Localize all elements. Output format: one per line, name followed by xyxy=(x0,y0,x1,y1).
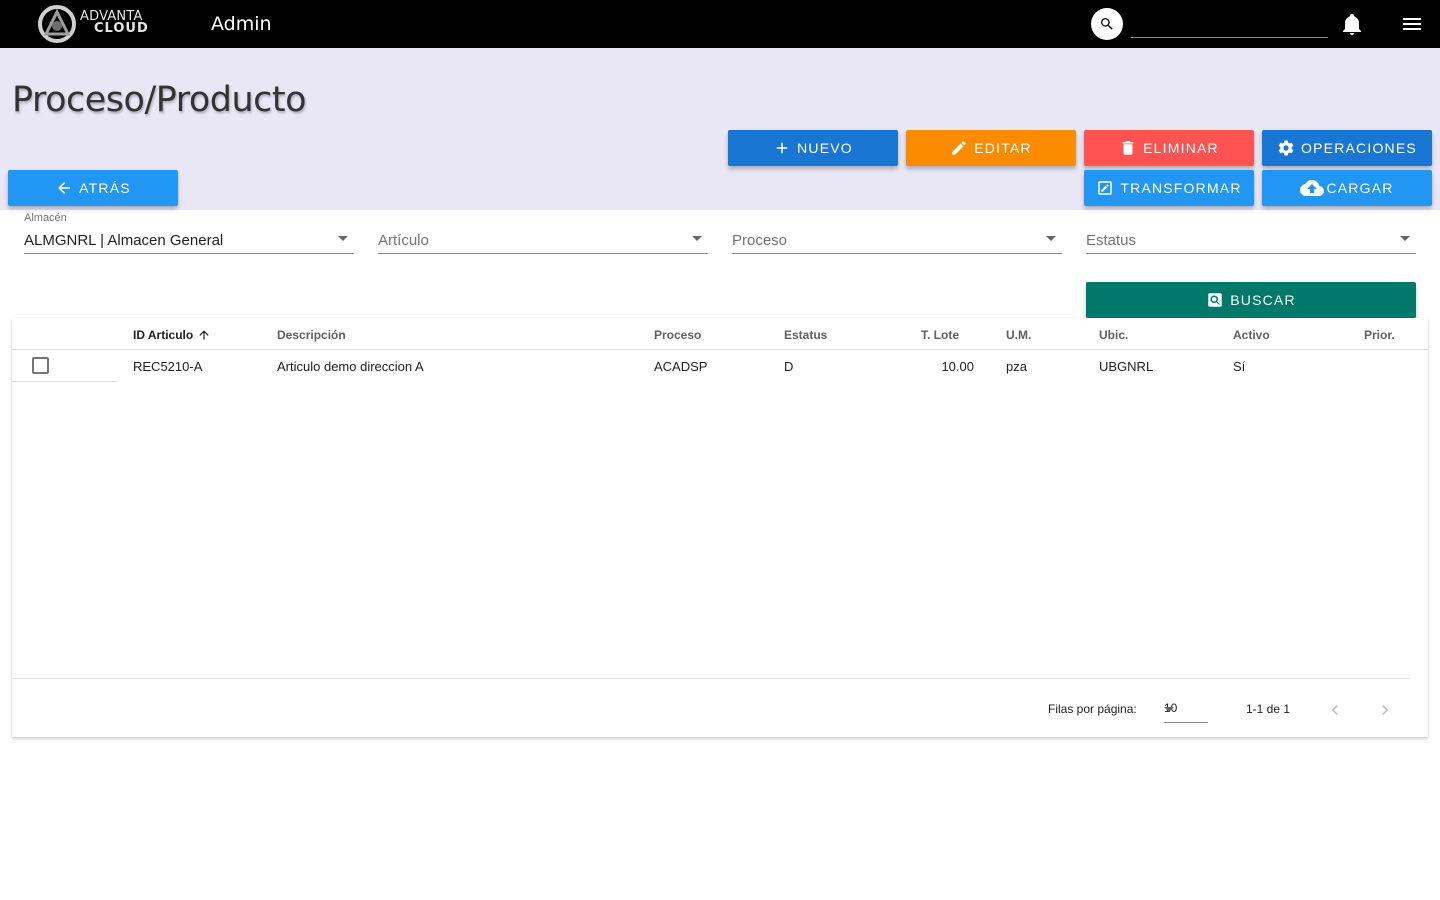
arrow-left-icon xyxy=(58,182,71,194)
data-table: ID Articulo Descripción Proceso Estatus … xyxy=(12,318,1428,737)
new-button[interactable]: NUEVO xyxy=(728,130,898,166)
warehouse-select-label: Almacén xyxy=(24,212,67,224)
search-results-button-label: BUSCAR xyxy=(1230,292,1296,308)
column-header-id-articulo[interactable]: ID Articulo xyxy=(133,328,211,342)
column-header-estatus[interactable]: Estatus xyxy=(784,328,827,342)
previous-page-button[interactable] xyxy=(1323,698,1347,722)
row-select-checkbox[interactable] xyxy=(32,357,49,374)
chevron-down-icon xyxy=(338,236,348,241)
next-page-button[interactable] xyxy=(1373,698,1397,722)
chevron-left-icon xyxy=(1331,705,1338,715)
table-row[interactable]: REC5210-A Articulo demo direccion A ACAD… xyxy=(12,350,1428,382)
cell-um: pza xyxy=(1006,359,1027,374)
column-header-descripcion[interactable]: Descripción xyxy=(277,328,346,342)
column-header-proceso[interactable]: Proceso xyxy=(654,328,701,342)
back-button[interactable]: ATRÁS xyxy=(8,170,178,206)
table-header-row: ID Articulo Descripción Proceso Estatus … xyxy=(12,318,1428,350)
process-select[interactable]: Proceso xyxy=(732,212,1062,254)
article-select-placeholder: Artículo xyxy=(378,232,429,249)
bell-icon xyxy=(1343,14,1361,35)
chevron-down-icon xyxy=(1400,236,1410,241)
process-select-placeholder: Proceso xyxy=(732,232,788,249)
chevron-right-icon xyxy=(1382,705,1389,715)
warehouse-select[interactable]: Almacén ALMGNRL | Almacen General xyxy=(24,212,354,254)
pencil-icon xyxy=(952,141,967,155)
table-footer-divider xyxy=(12,678,1410,679)
page-title: Proceso/Producto xyxy=(12,80,307,120)
cell-descripcion: Articulo demo direccion A xyxy=(277,359,424,374)
operations-button-label: OPERACIONES xyxy=(1301,140,1417,156)
search-results-button[interactable]: BUSCAR xyxy=(1086,282,1416,318)
column-header-activo[interactable]: Activo xyxy=(1233,328,1270,342)
chevron-down-icon xyxy=(692,236,702,241)
search-box-icon xyxy=(1208,293,1222,307)
pagination-range: 1-1 de 1 xyxy=(1246,702,1291,716)
operations-button[interactable]: OPERACIONES xyxy=(1262,130,1432,166)
rows-per-page-label: Filas por página: xyxy=(1048,702,1137,716)
main-menu-button[interactable] xyxy=(1400,12,1424,36)
search-button[interactable] xyxy=(1091,8,1123,40)
search-icon xyxy=(1101,18,1113,30)
column-header-t-lote[interactable]: T. Lote xyxy=(921,328,959,342)
back-button-label: ATRÁS xyxy=(79,180,131,196)
status-select[interactable]: Estatus xyxy=(1086,212,1416,254)
edit-box-icon xyxy=(1098,181,1113,195)
edit-button[interactable]: EDITAR xyxy=(906,130,1076,166)
upload-button[interactable]: CARGAR xyxy=(1262,170,1432,206)
cell-activo: Sí xyxy=(1233,359,1246,374)
upload-button-label: CARGAR xyxy=(1326,180,1394,196)
warehouse-select-value: ALMGNRL | Almacen General xyxy=(24,232,224,249)
chevron-down-icon xyxy=(1046,236,1056,241)
rows-per-page-select[interactable]: 10 xyxy=(1164,696,1208,723)
delete-button[interactable]: ELIMINAR xyxy=(1084,130,1254,166)
arrow-up-icon xyxy=(198,330,209,340)
transform-button[interactable]: TRANSFORMAR xyxy=(1084,170,1254,206)
menu-icon xyxy=(1403,18,1421,30)
delete-button-label: ELIMINAR xyxy=(1143,140,1219,156)
cloud-upload-icon xyxy=(1300,180,1325,196)
cell-proceso: ACADSP xyxy=(654,359,708,374)
article-select[interactable]: Artículo xyxy=(378,212,708,254)
transform-button-label: TRANSFORMAR xyxy=(1120,180,1242,196)
edit-button-label: EDITAR xyxy=(974,140,1032,156)
column-header-ubic[interactable]: Ubic. xyxy=(1099,328,1128,342)
advanta-logo[interactable]: ADVANTA CLOUD xyxy=(36,4,160,44)
status-select-placeholder: Estatus xyxy=(1086,232,1137,249)
column-header-um[interactable]: U.M. xyxy=(1006,328,1031,342)
column-header-prior[interactable]: Prior. xyxy=(1364,328,1395,342)
plus-icon xyxy=(776,142,788,154)
notifications-button[interactable] xyxy=(1340,12,1364,36)
app-title: Admin xyxy=(211,13,272,35)
top-app-bar: ADVANTA CLOUD Admin xyxy=(0,0,1440,48)
logo-line-2: CLOUD xyxy=(94,21,149,36)
new-button-label: NUEVO xyxy=(797,140,853,156)
gear-icon xyxy=(1278,140,1294,156)
global-search-input[interactable] xyxy=(1131,10,1328,38)
cell-t-lote: 10.00 xyxy=(941,359,974,374)
row-divider xyxy=(12,381,117,382)
trash-icon xyxy=(1122,141,1134,155)
cell-estatus: D xyxy=(784,359,794,374)
cell-ubic: UBGNRL xyxy=(1099,359,1154,374)
chevron-down-icon xyxy=(1164,707,1174,712)
advanta-logo-icon xyxy=(38,5,76,43)
cell-id-articulo: REC5210-A xyxy=(133,359,203,374)
